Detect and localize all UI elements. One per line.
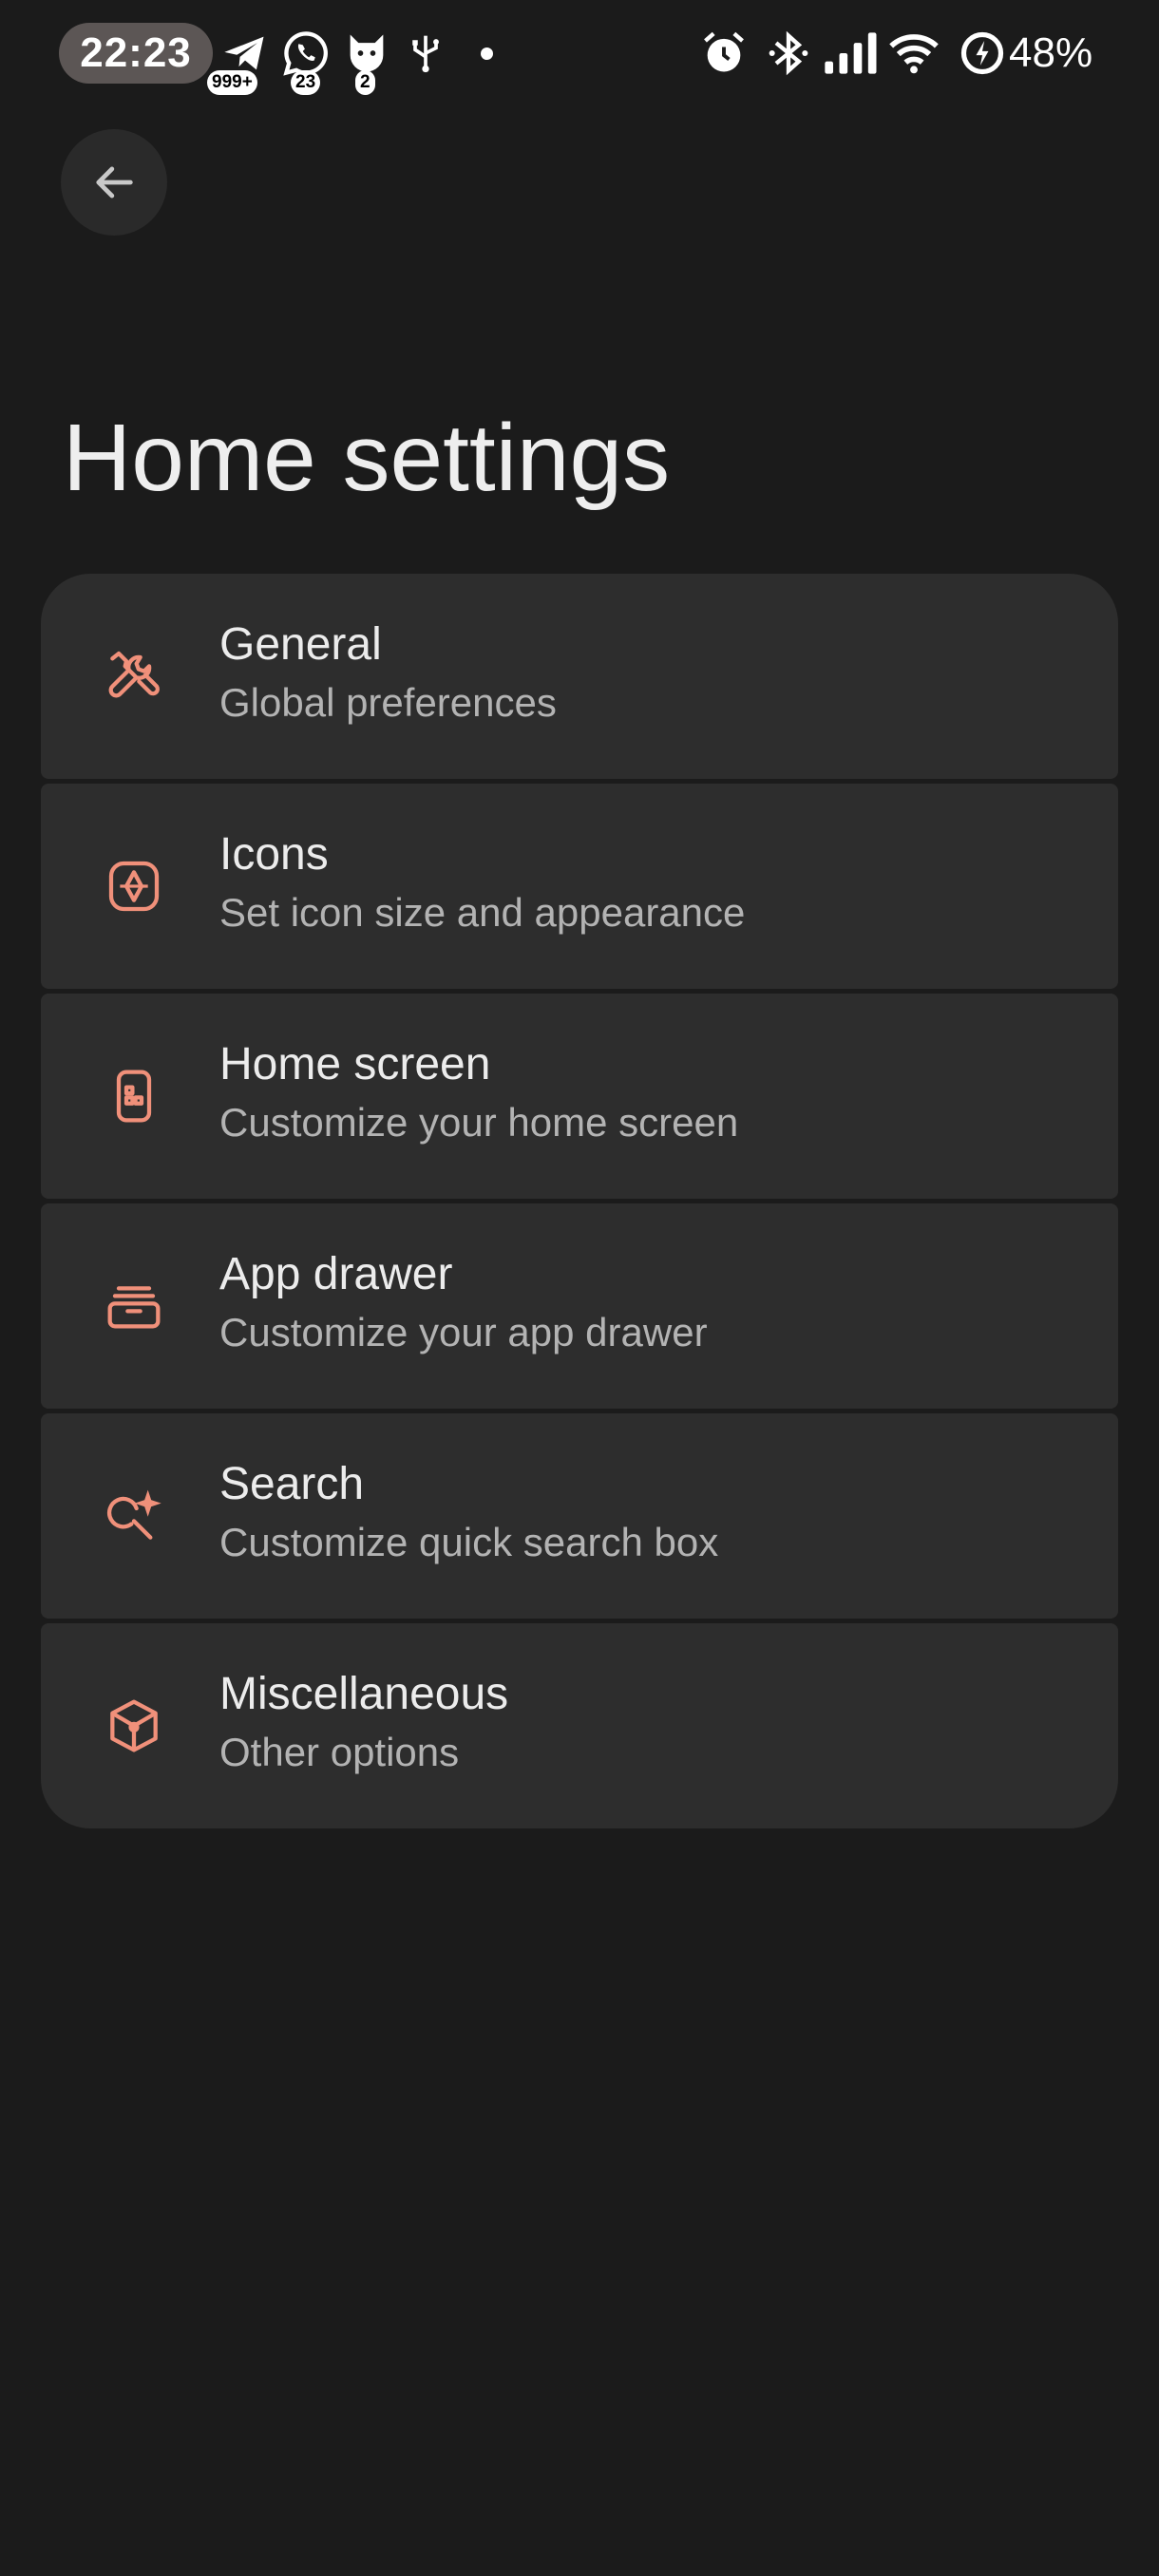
- bluetooth-icon: [764, 28, 811, 78]
- alarm-icon: [699, 28, 745, 78]
- settings-item-title: Home screen: [219, 1039, 491, 1089]
- whatsapp-badge: 23: [291, 70, 321, 95]
- signal-icon: [821, 28, 877, 78]
- battery-percent: 48%: [1009, 29, 1093, 76]
- battery-saver-icon: [958, 28, 1004, 78]
- status-time: 22:23: [59, 23, 213, 84]
- settings-list: General Global preferences Icons Set ico…: [41, 574, 1118, 1828]
- back-button[interactable]: [61, 129, 167, 236]
- drawer-icon: [104, 1276, 164, 1336]
- settings-item-title: Icons: [219, 829, 329, 880]
- settings-item-app-drawer[interactable]: App drawer Customize your app drawer: [41, 1203, 1118, 1409]
- cube-icon: [104, 1695, 164, 1756]
- settings-item-general[interactable]: General Global preferences: [41, 574, 1118, 779]
- settings-item-title: Search: [219, 1459, 365, 1509]
- more-notifications-dot: [481, 47, 493, 60]
- settings-item-miscellaneous[interactable]: Miscellaneous Other options: [41, 1623, 1118, 1828]
- settings-item-home-screen[interactable]: Home screen Customize your home screen: [41, 994, 1118, 1199]
- page-title: Home settings: [63, 405, 671, 511]
- settings-item-subtitle: Customize your home screen: [219, 1100, 739, 1145]
- usb-icon: [405, 28, 446, 78]
- search-sparkle-icon: [104, 1486, 164, 1546]
- telegram-badge: 999+: [207, 70, 257, 95]
- settings-item-subtitle: Customize your app drawer: [219, 1310, 708, 1354]
- arrow-left-icon: [96, 166, 133, 199]
- status-bar: 22:23 999+ 23 2 48%: [0, 0, 1159, 106]
- wifi-icon: [889, 28, 944, 78]
- settings-item-icons[interactable]: Icons Set icon size and appearance: [41, 784, 1118, 989]
- settings-item-subtitle: Customize quick search box: [219, 1520, 719, 1564]
- settings-item-search[interactable]: Search Customize quick search box: [41, 1413, 1118, 1619]
- settings-item-subtitle: Other options: [219, 1730, 460, 1774]
- icon-shape-icon: [104, 856, 164, 917]
- settings-item-title: Miscellaneous: [219, 1669, 509, 1719]
- settings-item-subtitle: Set icon size and appearance: [219, 890, 746, 935]
- tools-icon: [104, 646, 164, 707]
- settings-item-title: App drawer: [219, 1249, 453, 1299]
- settings-item-subtitle: Global preferences: [219, 680, 557, 725]
- settings-item-title: General: [219, 619, 382, 670]
- cat-app-badge: 2: [355, 70, 375, 95]
- phone-icon: [104, 1066, 164, 1127]
